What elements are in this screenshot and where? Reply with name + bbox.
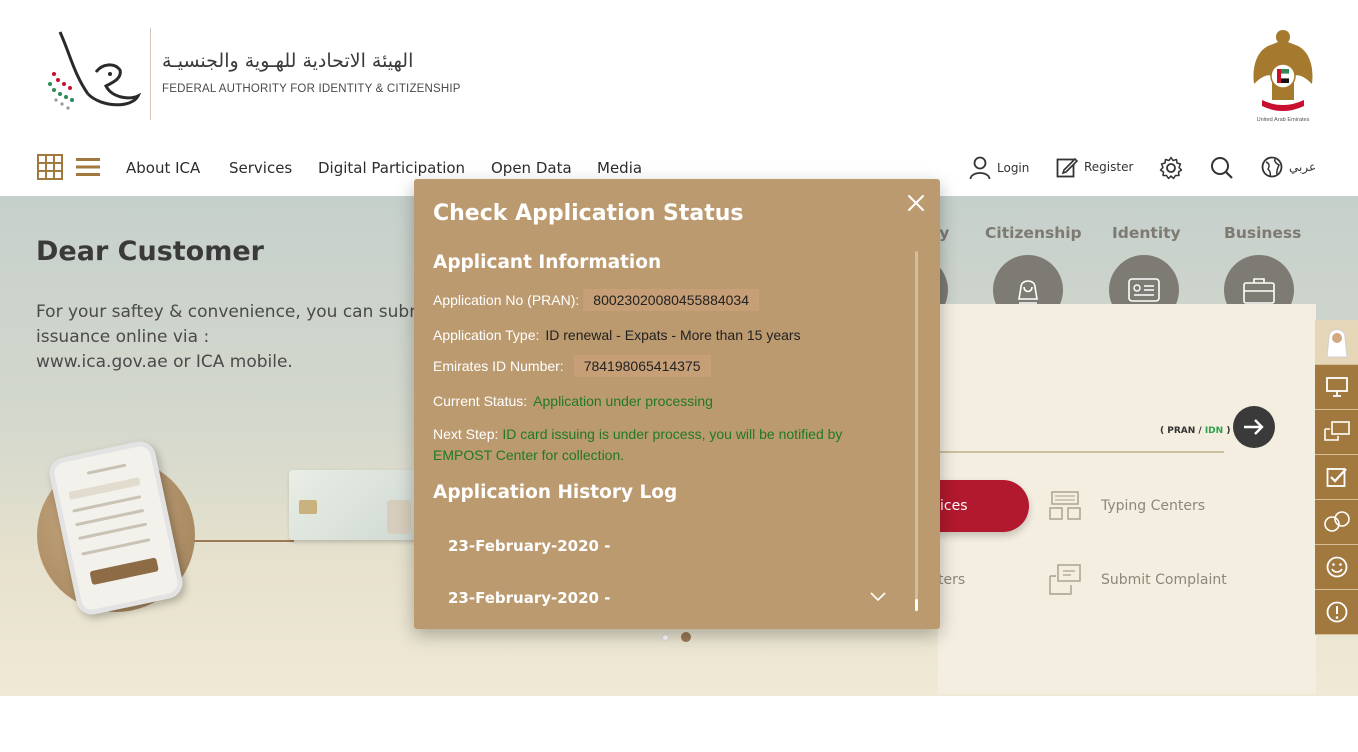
carousel-dots [662,632,691,642]
search-icon[interactable] [1210,156,1234,180]
org-name-english: FEDERAL AUTHORITY FOR IDENTITY & CITIZEN… [162,83,461,95]
close-icon[interactable] [904,191,928,215]
language-switch[interactable]: عربي [1261,156,1316,178]
ica-logo-icon[interactable] [40,24,144,120]
pran-hint: ( PRAN / IDN ) [1160,426,1230,436]
typing-centers-link[interactable]: Typing Centers [1049,491,1205,521]
hero-text: For your saftey & convenience, you can s… [36,300,436,375]
org-name-arabic: الهيئة الاتحادية للهـوية والجنسيـة [162,50,414,72]
register-label: Register [1084,160,1134,174]
history-log-title: Application History Log [433,482,678,503]
id-card-illustration [289,470,417,540]
logo-divider [150,28,151,120]
history-entry[interactable]: 23-February-2020 - [448,589,610,607]
pran-input-underline[interactable] [938,451,1224,453]
side-quick-access-bar [1315,320,1358,635]
emirates-id-value: 784198065414375 [573,355,711,377]
user-icon [969,156,991,180]
check-application-status-modal: Check Application Status Applicant Infor… [414,179,940,629]
site-header: الهيئة الاتحادية للهـوية والجنسيـة FEDER… [0,0,1358,196]
info-alert-icon [1326,601,1347,623]
hero-text-line: www.ica.gov.ae or ICA mobile. [36,352,293,372]
carousel-dot-active[interactable] [681,632,691,642]
chat-bubbles-icon [1323,421,1350,441]
login-link[interactable]: Login [969,156,1029,180]
modal-scrollbar-track[interactable] [915,251,918,611]
nav-about-ica[interactable]: About ICA [126,159,200,177]
nav-digital-participation[interactable]: Digital Participation [318,159,465,177]
carousel-dot[interactable] [662,633,669,641]
person-headdress-icon [1018,280,1038,304]
globe-icon [1261,156,1283,178]
application-type-value: ID renewal - Expats - More than 15 years [545,327,801,343]
application-no-row: Application No (PRAN): 800230200804558840… [433,289,760,311]
assistant-avatar-icon [1325,329,1348,358]
side-chat-button[interactable] [1315,410,1358,455]
modal-scrollbar-thumb[interactable] [915,599,918,611]
current-status-label: Current Status: [433,393,528,409]
application-type-label: Application Type: [433,327,540,343]
side-avatar-button[interactable] [1315,320,1358,365]
next-step-row: Next Step: ID card issuing is under proce… [433,424,893,466]
apps-grid-icon[interactable] [37,154,63,180]
edit-icon [1056,157,1078,178]
side-social-button[interactable] [1315,500,1358,545]
nav-services[interactable]: Services [229,159,292,177]
nav-open-data[interactable]: Open Data [491,159,572,177]
nav-media[interactable]: Media [597,159,642,177]
submit-complaint-link[interactable]: Submit Complaint [1049,564,1227,596]
typing-keyboard-icon [1049,491,1081,520]
category-business-label[interactable]: Business [1224,224,1301,242]
application-type-row: Application Type: ID renewal - Expats - M… [433,327,801,343]
current-status-row: Current Status: Application under process… [433,393,713,409]
register-link[interactable]: Register [1056,156,1133,178]
pran-hint-suffix: ) [1223,426,1231,436]
briefcase-icon [1243,278,1275,304]
partial-service-link[interactable]: ters [938,572,965,588]
pran-hint-prefix: ( PRAN / [1160,426,1205,436]
side-screen-button[interactable] [1315,365,1358,410]
footer-strip [0,696,1358,752]
emirates-id-label: Emirates ID Number: [433,358,564,374]
id-card-icon [1128,278,1160,302]
services-red-button[interactable]: ices [938,480,1029,532]
chevron-down-icon[interactable] [869,590,887,602]
application-no-value: 80023020080455884034 [583,289,760,311]
settings-gear-icon[interactable] [1159,156,1183,180]
hero-title: Dear Customer [36,236,264,267]
hero-text-line: For your saftey & convenience, you can s… [36,302,426,322]
monitor-icon [1325,377,1348,397]
applicant-info-title: Applicant Information [433,252,662,273]
login-label: Login [997,161,1030,175]
side-check-button[interactable] [1315,455,1358,500]
hamburger-menu-icon[interactable] [76,156,100,178]
smiley-icon [1326,556,1347,578]
next-step-label: Next Step: [433,426,499,442]
modal-title: Check Application Status [433,201,744,226]
side-feedback-button[interactable] [1315,545,1358,590]
pran-hint-idn: IDN [1204,426,1224,436]
social-media-icon [1323,511,1350,532]
checkbox-icon [1326,468,1347,487]
submit-arrow-button[interactable] [1233,406,1275,448]
submit-complaint-label: Submit Complaint [1101,572,1227,588]
complaint-chat-icon [1049,564,1081,595]
category-citizenship-label[interactable]: Citizenship [985,224,1082,242]
emirates-id-row: Emirates ID Number: 784198065414375 [433,355,711,377]
language-label: عربي [1289,160,1317,174]
emblem-caption: United Arab Emirates [1257,117,1310,123]
application-no-label: Application No (PRAN): [433,292,580,308]
arrow-right-icon [1244,419,1264,435]
hero-text-line: issuance online via : [36,327,210,347]
uae-emblem-icon: United Arab Emirates [1253,30,1313,123]
current-status-value: Application under processing [533,393,713,409]
history-entry[interactable]: 23-February-2020 - [448,537,610,555]
hero-connector-line [194,540,294,542]
category-identity-label[interactable]: Identity [1112,224,1181,242]
side-alert-button[interactable] [1315,590,1358,635]
typing-centers-label: Typing Centers [1101,498,1206,514]
